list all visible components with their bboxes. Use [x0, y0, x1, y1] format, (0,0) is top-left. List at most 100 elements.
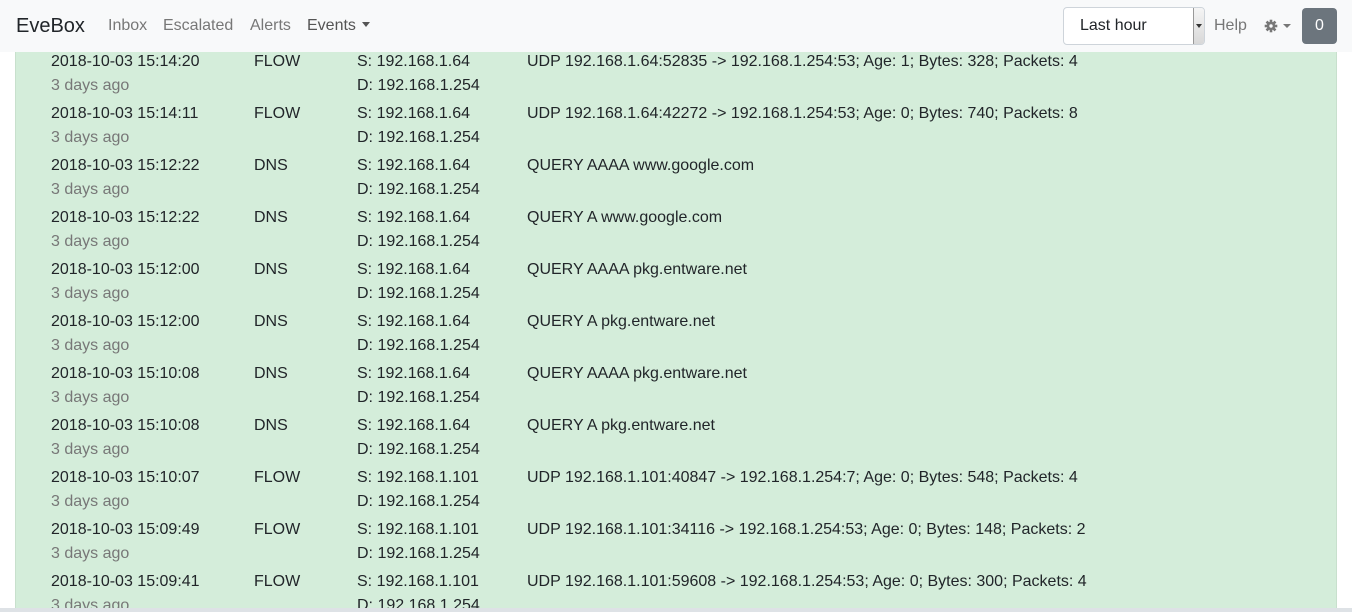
event-time-cell: 2018-10-03 15:14:11 3 days ago — [51, 102, 198, 150]
event-type: FLOW — [254, 105, 301, 122]
event-row[interactable]: 2018-10-03 15:12:22 3 days ago DNS S: 192.1… — [16, 208, 1336, 260]
time-range-select[interactable]: Last hour — [1063, 7, 1205, 45]
event-source-address: S: 192.168.1.64 — [357, 157, 470, 174]
event-destination-address: D: 192.168.1.254 — [357, 233, 480, 250]
event-source-address: S: 192.168.1.101 — [357, 573, 479, 590]
event-destination-address: D: 192.168.1.254 — [357, 337, 480, 354]
event-timestamp: 2018-10-03 15:09:41 — [51, 573, 200, 590]
event-addresses: S: 192.168.1.64 D: 192.168.1.254 — [357, 310, 480, 358]
event-type: FLOW — [254, 521, 301, 538]
chevron-down-icon — [361, 22, 370, 27]
event-type: DNS — [254, 365, 288, 382]
event-addresses: S: 192.168.1.64 D: 192.168.1.254 — [357, 52, 480, 98]
event-type: DNS — [254, 313, 288, 330]
event-type: FLOW — [254, 469, 301, 486]
event-timestamp: 2018-10-03 15:12:22 — [51, 157, 200, 174]
nav-events-dropdown[interactable]: Events — [307, 17, 370, 35]
event-source-address: S: 192.168.1.64 — [357, 261, 470, 278]
event-description: QUERY AAAA pkg.entware.net — [527, 261, 747, 278]
time-range-value: Last hour — [1080, 17, 1147, 34]
event-relative-time: 3 days ago — [51, 285, 130, 302]
event-timestamp: 2018-10-03 15:12:00 — [51, 261, 200, 278]
event-time-cell: 2018-10-03 15:12:00 3 days ago — [51, 310, 200, 358]
event-type: DNS — [254, 417, 288, 434]
event-timestamp: 2018-10-03 15:14:20 — [51, 53, 200, 70]
nav-inbox[interactable]: Inbox — [108, 17, 147, 35]
event-relative-time: 3 days ago — [51, 181, 130, 198]
event-destination-address: D: 192.168.1.254 — [357, 545, 480, 562]
event-destination-address: D: 192.168.1.254 — [357, 285, 480, 302]
event-destination-address: D: 192.168.1.254 — [357, 181, 480, 198]
event-relative-time: 3 days ago — [51, 337, 130, 354]
event-description: UDP 192.168.1.101:59608 -> 192.168.1.254… — [527, 573, 1087, 590]
event-source-address: S: 192.168.1.64 — [357, 365, 470, 382]
top-navbar: EveBox Inbox Escalated Alerts Events Las… — [0, 0, 1352, 52]
event-row[interactable]: 2018-10-03 15:09:41 3 days ago FLOW S: 192.… — [16, 572, 1336, 612]
gear-icon — [1264, 19, 1291, 33]
event-type: DNS — [254, 261, 288, 278]
nav-alerts[interactable]: Alerts — [250, 17, 291, 35]
event-addresses: S: 192.168.1.64 D: 192.168.1.254 — [357, 362, 480, 410]
event-destination-address: D: 192.168.1.254 — [357, 77, 480, 94]
event-addresses: S: 192.168.1.64 D: 192.168.1.254 — [357, 206, 480, 254]
event-type: FLOW — [254, 53, 301, 70]
escalated-count-button[interactable]: 0 — [1302, 8, 1337, 44]
nav-escalated[interactable]: Escalated — [163, 17, 233, 35]
event-addresses: S: 192.168.1.64 D: 192.168.1.254 — [357, 258, 480, 306]
event-description: QUERY A pkg.entware.net — [527, 417, 715, 434]
events-table: 2018-10-03 15:14:20 3 days ago FLOW S: 192.… — [15, 52, 1337, 612]
event-description: QUERY AAAA www.google.com — [527, 157, 755, 174]
event-timestamp: 2018-10-03 15:12:22 — [51, 209, 200, 226]
event-row[interactable]: 2018-10-03 15:10:07 3 days ago FLOW S: 192.… — [16, 468, 1336, 520]
event-time-cell: 2018-10-03 15:10:07 3 days ago — [51, 466, 200, 514]
event-row[interactable]: 2018-10-03 15:10:08 3 days ago DNS S: 192.1… — [16, 416, 1336, 468]
event-destination-address: D: 192.168.1.254 — [357, 493, 480, 510]
select-arrow-icon — [1193, 8, 1204, 44]
event-timestamp: 2018-10-03 15:09:49 — [51, 521, 200, 538]
event-addresses: S: 192.168.1.101 D: 192.168.1.254 — [357, 518, 480, 566]
event-source-address: S: 192.168.1.64 — [357, 417, 470, 434]
event-time-cell: 2018-10-03 15:14:20 3 days ago — [51, 52, 200, 98]
event-source-address: S: 192.168.1.101 — [357, 521, 479, 538]
event-description: QUERY A www.google.com — [527, 209, 723, 226]
event-time-cell: 2018-10-03 15:09:49 3 days ago — [51, 518, 200, 566]
event-type: DNS — [254, 209, 288, 226]
event-destination-address: D: 192.168.1.254 — [357, 441, 480, 458]
event-addresses: S: 192.168.1.64 D: 192.168.1.254 — [357, 414, 480, 462]
event-addresses: S: 192.168.1.64 D: 192.168.1.254 — [357, 154, 480, 202]
event-type: DNS — [254, 157, 288, 174]
event-row[interactable]: 2018-10-03 15:14:20 3 days ago FLOW S: 192.… — [16, 52, 1336, 104]
event-description: UDP 192.168.1.101:34116 -> 192.168.1.254… — [527, 521, 1086, 538]
event-addresses: S: 192.168.1.64 D: 192.168.1.254 — [357, 102, 480, 150]
event-relative-time: 3 days ago — [51, 77, 130, 94]
event-time-cell: 2018-10-03 15:10:08 3 days ago — [51, 362, 200, 410]
nav-help[interactable]: Help — [1214, 17, 1247, 35]
event-timestamp: 2018-10-03 15:12:00 — [51, 313, 200, 330]
event-time-cell: 2018-10-03 15:12:00 3 days ago — [51, 258, 200, 306]
event-source-address: S: 192.168.1.64 — [357, 53, 470, 70]
event-relative-time: 3 days ago — [51, 233, 130, 250]
event-addresses: S: 192.168.1.101 D: 192.168.1.254 — [357, 466, 480, 514]
event-time-cell: 2018-10-03 15:10:08 3 days ago — [51, 414, 200, 462]
event-time-cell: 2018-10-03 15:09:41 3 days ago — [51, 570, 200, 612]
event-row[interactable]: 2018-10-03 15:09:49 3 days ago FLOW S: 192.… — [16, 520, 1336, 572]
event-row[interactable]: 2018-10-03 15:12:00 3 days ago DNS S: 192.1… — [16, 312, 1336, 364]
event-type: FLOW — [254, 573, 301, 590]
event-timestamp: 2018-10-03 15:10:08 — [51, 365, 200, 382]
page-bottom-divider — [0, 608, 1352, 612]
event-row[interactable]: 2018-10-03 15:10:08 3 days ago DNS S: 192.1… — [16, 364, 1336, 416]
settings-dropdown[interactable] — [1264, 18, 1294, 34]
event-relative-time: 3 days ago — [51, 389, 130, 406]
event-destination-address: D: 192.168.1.254 — [357, 389, 480, 406]
brand-logo[interactable]: EveBox — [16, 15, 85, 38]
event-row[interactable]: 2018-10-03 15:12:00 3 days ago DNS S: 192.1… — [16, 260, 1336, 312]
event-description: UDP 192.168.1.64:52835 -> 192.168.1.254:… — [527, 53, 1078, 70]
event-row[interactable]: 2018-10-03 15:14:11 3 days ago FLOW S: 192.… — [16, 104, 1336, 156]
event-source-address: S: 192.168.1.64 — [357, 105, 470, 122]
event-relative-time: 3 days ago — [51, 441, 130, 458]
event-source-address: S: 192.168.1.64 — [357, 209, 470, 226]
event-description: QUERY A pkg.entware.net — [527, 313, 715, 330]
event-timestamp: 2018-10-03 15:10:07 — [51, 469, 200, 486]
event-row[interactable]: 2018-10-03 15:12:22 3 days ago DNS S: 192.1… — [16, 156, 1336, 208]
event-time-cell: 2018-10-03 15:12:22 3 days ago — [51, 206, 200, 254]
